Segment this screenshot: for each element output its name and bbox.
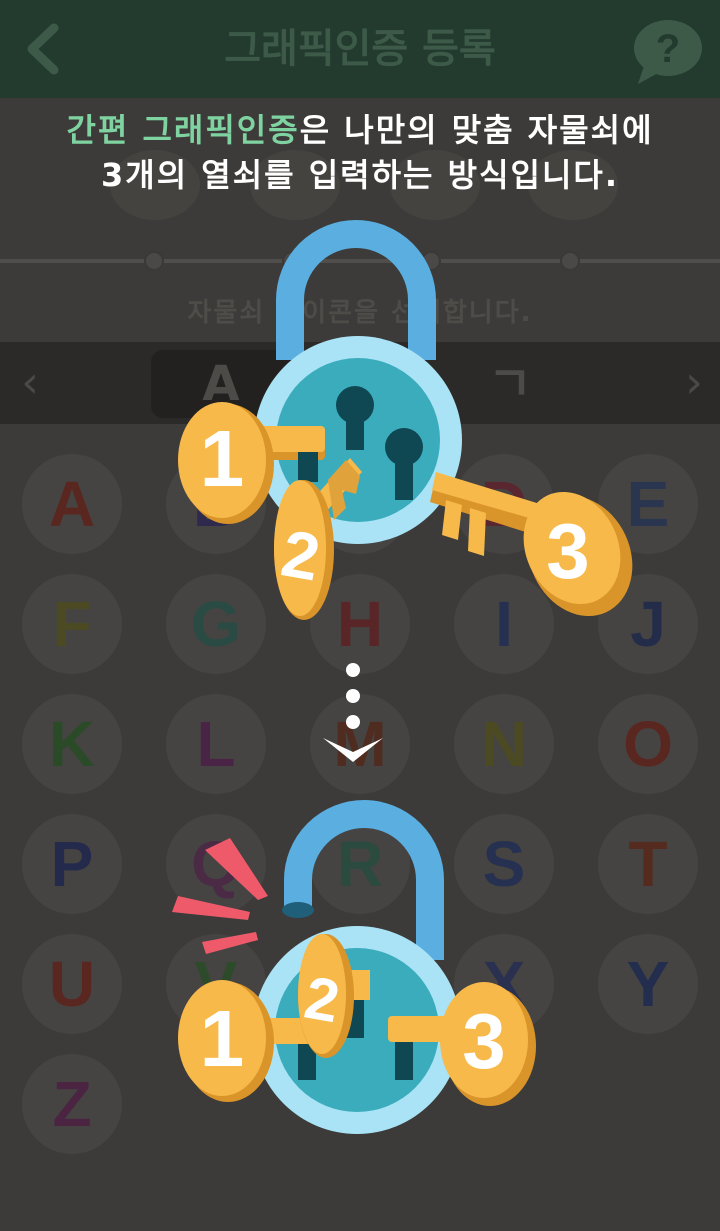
progress-dot-icon: [346, 689, 360, 703]
progress-dot-icon: [346, 715, 360, 729]
key-1-label: 1: [200, 994, 245, 1083]
chevron-down-icon: [323, 738, 383, 762]
spark-icon: [172, 838, 268, 954]
tutorial-illustration: 1 2 3 1 2 3: [172, 220, 633, 1134]
progress-dot-icon: [346, 663, 360, 677]
key-3-label: 3: [462, 997, 505, 1085]
key-3-icon: 3: [430, 472, 633, 617]
key-3-label: 3: [546, 507, 589, 595]
key-1-label: 1: [200, 414, 245, 503]
